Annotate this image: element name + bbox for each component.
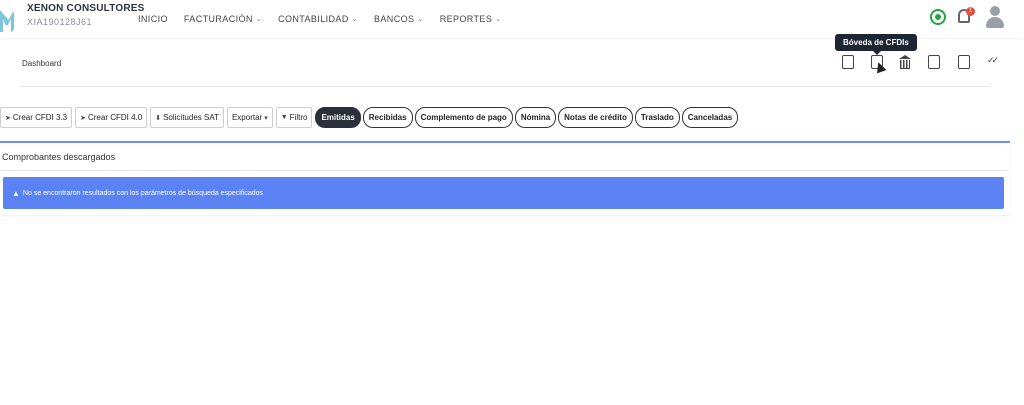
mouse-cursor-icon [873, 60, 887, 74]
send-icon: ➤ [5, 114, 11, 122]
menu-bancos[interactable]: BANCOS ⌄ [374, 14, 424, 24]
chevron-down-icon: ⌄ [351, 16, 358, 23]
chevron-down-icon: ⌄ [495, 16, 502, 23]
menu-facturacion[interactable]: FACTURACIÓN ⌄ [184, 14, 262, 24]
tab-recibidas[interactable]: Recibidas [362, 107, 413, 128]
download-icon: ⬇ [155, 114, 162, 122]
alert-message: No se encontraron resultados con los par… [22, 189, 264, 197]
action-toolbar: ➤ Crear CFDI 3.3 ➤ Crear CFDI 4.0 ⬇ Soli… [0, 107, 740, 128]
solicitudes-sat-button[interactable]: ⬇ Solicitudes SAT [150, 107, 224, 128]
exportar-label: Exportar [231, 113, 263, 122]
menu-facturacion-label: FACTURACIÓN [183, 14, 253, 24]
chevron-down-icon: ⌄ [417, 16, 424, 23]
tab-canceladas[interactable]: Canceladas [681, 107, 739, 128]
tab-complemento-de-pago[interactable]: Complemento de pago [414, 107, 513, 128]
breadcrumb: Dashboard [22, 59, 62, 68]
notification-badge: 1 [966, 7, 975, 16]
edit-document-icon[interactable] [928, 55, 940, 69]
tab-notas-de-credito[interactable]: Notas de crédito [558, 107, 633, 128]
caret-down-icon: ▾ [264, 114, 268, 122]
tab-nomina[interactable]: Nómina [514, 107, 557, 128]
top-navbar: XENON CONSULTORES XIA190128J61 INICIO FA… [0, 0, 1024, 38]
tab-emitidas[interactable]: Emitidas [315, 107, 361, 128]
menu-bancos-label: BANCOS [374, 14, 415, 24]
menu-reportes-label: REPORTES [439, 14, 493, 24]
filtro-label: Filtro [289, 113, 308, 122]
filtro-button[interactable]: ▼ Filtro [275, 107, 313, 128]
book-icon[interactable] [958, 55, 970, 69]
no-results-alert: ▲ No se encontraron resultados con los p… [3, 177, 1004, 209]
exportar-dropdown[interactable]: Exportar ▾ [226, 107, 273, 128]
chevron-down-icon: ⌄ [255, 16, 263, 23]
menu-reportes[interactable]: REPORTES ⌄ [440, 14, 502, 24]
crear-cfdi-40-label: Crear CFDI 4.0 [87, 113, 143, 122]
tab-traslado[interactable]: Traslado [634, 107, 680, 128]
main-menu: INICIO FACTURACIÓN ⌄ CONTABILIDAD ⌄ BANC… [138, 14, 518, 24]
bank-icon[interactable] [899, 55, 911, 69]
warning-icon: ▲ [12, 188, 20, 198]
filter-icon: ▼ [280, 114, 288, 121]
send-icon: ➤ [80, 114, 86, 122]
crear-cfdi-33-button[interactable]: ➤ Crear CFDI 3.3 [0, 107, 73, 128]
card-title: Comprobantes descargados [2, 152, 116, 162]
crear-cfdi-33-label: Crear CFDI 3.3 [12, 113, 68, 122]
menu-inicio[interactable]: INICIO [138, 14, 168, 24]
crear-cfdi-40-button[interactable]: ➤ Crear CFDI 4.0 [75, 107, 148, 128]
brand-logo-icon[interactable] [0, 10, 14, 32]
company-name: XENON CONSULTORES [27, 3, 145, 14]
menu-contabilidad[interactable]: CONTABILIDAD ⌄ [278, 14, 358, 24]
divider [20, 86, 990, 87]
solicitudes-sat-label: Solicitudes SAT [163, 113, 219, 122]
menu-inicio-label: INICIO [138, 14, 168, 24]
double-check-icon[interactable] [987, 55, 1001, 69]
document-icon[interactable] [842, 55, 854, 69]
menu-contabilidad-label: CONTABILIDAD [278, 14, 349, 24]
results-card: Comprobantes descargados ▲ No se encontr… [0, 141, 1010, 215]
user-avatar-icon[interactable] [986, 6, 1004, 28]
divider [0, 170, 1008, 171]
company-rfc: XIA190128J61 [27, 17, 93, 27]
whatsapp-icon[interactable] [930, 9, 946, 25]
tooltip-boveda-cfdis: Bóveda de CFDIs [835, 34, 917, 55]
